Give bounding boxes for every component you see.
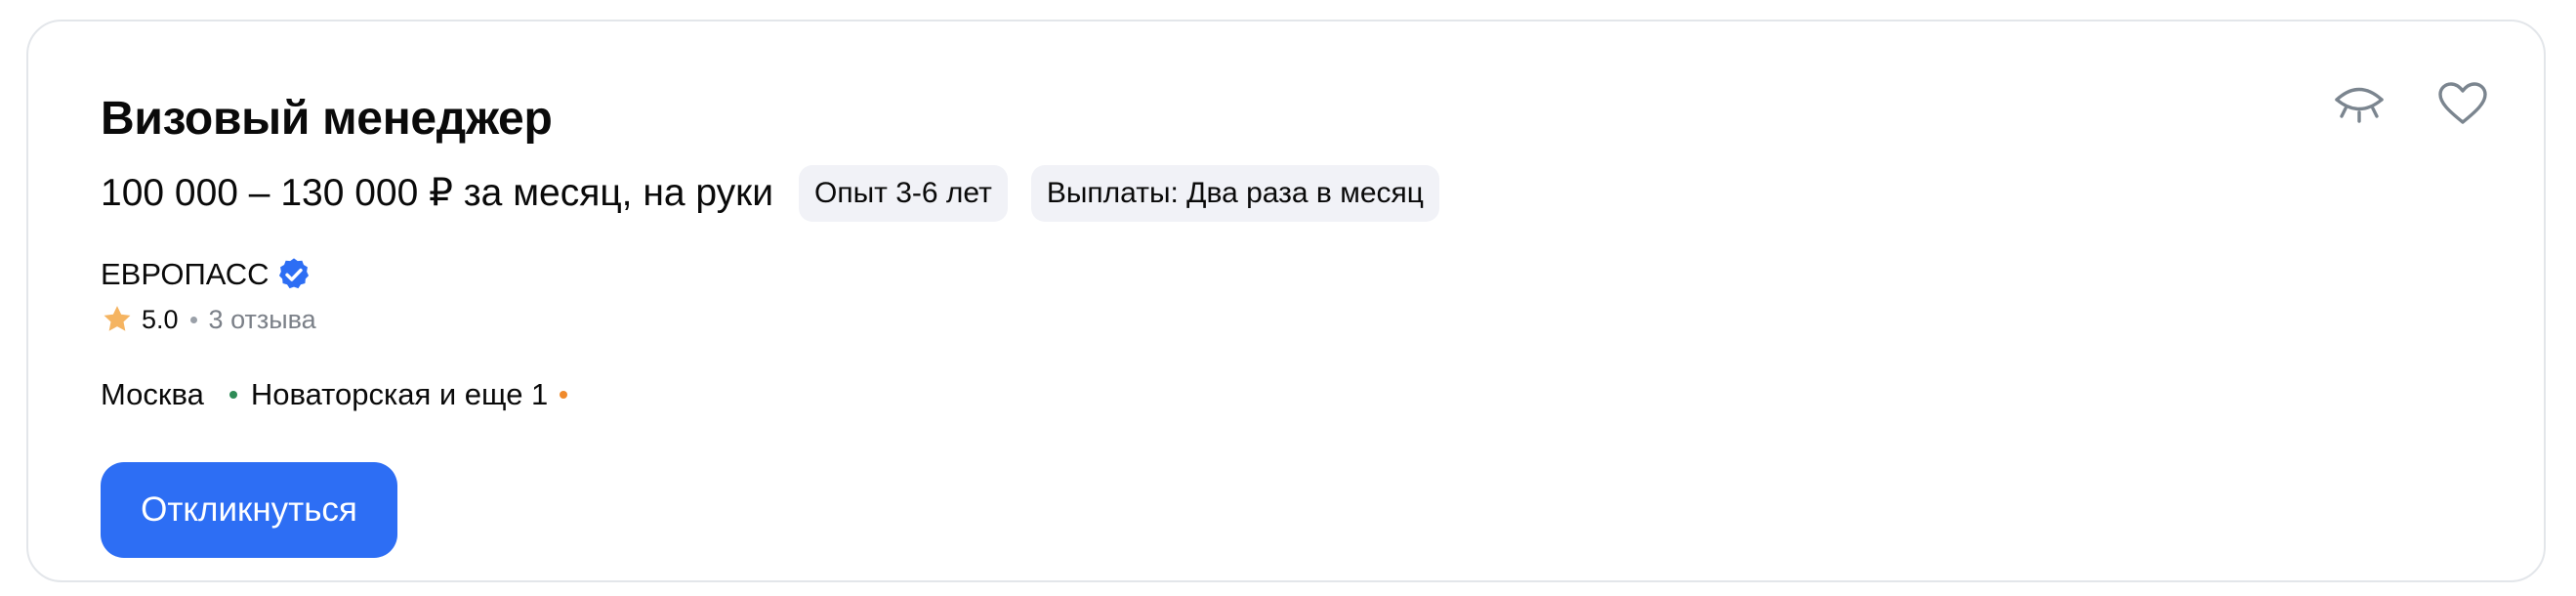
metro-line-dot — [560, 391, 568, 399]
location-row: Москва Новаторская и еще 1 — [101, 371, 568, 418]
vacancy-title[interactable]: Визовый менеджер — [101, 84, 553, 154]
heart-icon — [2436, 81, 2489, 131]
salary-text: 100 000 – 130 000 ₽ за месяц, на руки — [101, 172, 773, 214]
rating-value: 5.0 — [142, 304, 179, 334]
company-name-link[interactable]: ЕВРОПАСС — [101, 257, 270, 292]
payment-frequency-chip: Выплаты: Два раза в месяц — [1030, 165, 1439, 222]
salary-row: 100 000 – 130 000 ₽ за месяц, на руки Оп… — [101, 164, 1439, 223]
apply-button[interactable]: Откликнуться — [101, 462, 397, 558]
metro-line-dot — [229, 391, 237, 399]
separator-dot — [189, 316, 197, 323]
metro-station[interactable]: Новаторская и еще 1 — [251, 377, 548, 412]
hide-vacancy-button[interactable] — [2328, 78, 2390, 141]
eye-closed-icon — [2332, 85, 2387, 135]
favorite-button[interactable] — [2431, 74, 2494, 137]
vacancy-card[interactable]: Визовый менеджер 100 000 – 130 000 ₽ за … — [26, 20, 2546, 582]
verified-badge-icon — [275, 256, 312, 293]
experience-chip: Опыт 3-6 лет — [799, 165, 1008, 222]
city-name: Москва — [101, 377, 204, 411]
rating-row[interactable]: 5.0 3 отзыва — [101, 299, 316, 340]
reviews-link[interactable]: 3 отзыва — [209, 305, 316, 335]
company-row: ЕВРОПАСС — [101, 250, 312, 299]
star-icon — [101, 303, 134, 336]
